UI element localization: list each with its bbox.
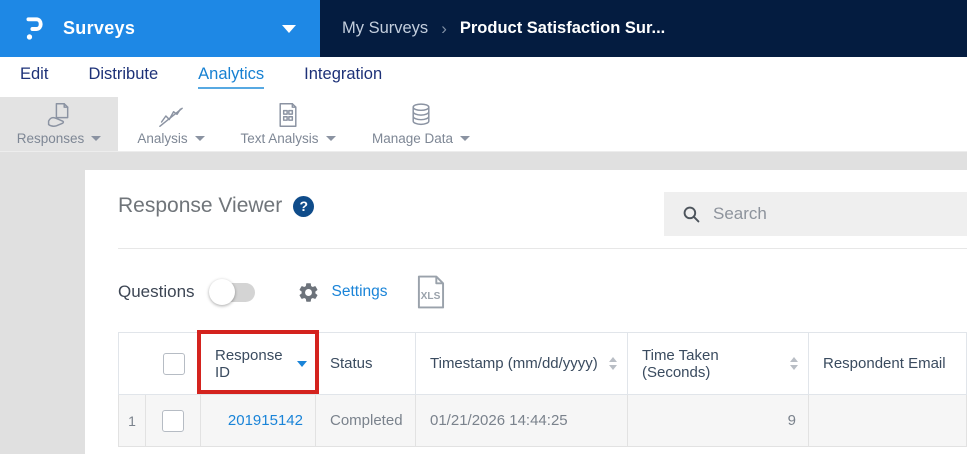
toolbar-item-label: Analysis — [137, 131, 188, 146]
column-header-select — [118, 332, 201, 395]
column-label: Time Taken (Seconds) — [642, 346, 719, 381]
title-row: Response Viewer ? — [118, 194, 315, 218]
row-number: 1 — [118, 394, 146, 447]
breadcrumb: My Surveys › Product Satisfaction Sur... — [320, 0, 967, 57]
database-icon — [408, 102, 434, 128]
column-header-response-id[interactable]: Response ID — [200, 332, 316, 395]
chevron-down-icon — [91, 136, 102, 141]
row-select-cell — [145, 394, 201, 447]
xls-label: XLS — [420, 291, 440, 302]
row-checkbox[interactable] — [162, 409, 184, 432]
column-header-respondent-email: Respondent Email — [808, 332, 967, 395]
nav-tabs: Edit Distribute Analytics Integration — [0, 57, 967, 97]
toolbar-item-analysis[interactable]: Analysis — [118, 97, 224, 151]
column-header-timestamp[interactable]: Timestamp (mm/dd/yyyy) — [415, 332, 628, 395]
responses-hand-document-icon — [45, 102, 73, 128]
response-id-link[interactable]: 201915142 — [228, 412, 303, 429]
search-icon — [682, 205, 701, 224]
controls-row: Questions Settings XLS — [118, 270, 445, 314]
toolbar-item-responses[interactable]: Responses — [0, 97, 118, 151]
responses-table: Response ID Status Timestamp (mm/dd/yyyy… — [118, 330, 967, 447]
sort-icon[interactable] — [790, 357, 798, 370]
chevron-down-icon — [194, 136, 205, 141]
toggle-knob — [208, 278, 235, 305]
timestamp-cell: 01/21/2026 14:44:25 — [415, 394, 628, 447]
divider — [118, 248, 967, 249]
filter-caret-icon[interactable] — [296, 360, 307, 367]
chevron-down-icon[interactable] — [282, 24, 296, 33]
breadcrumb-my-surveys[interactable]: My Surveys — [342, 19, 428, 38]
breadcrumb-separator-icon: › — [441, 18, 447, 38]
column-label: Timestamp (mm/dd/yyyy) — [430, 355, 598, 372]
column-label: Response ID — [215, 346, 283, 381]
line-chart-icon — [157, 102, 185, 128]
gear-icon[interactable] — [297, 281, 320, 304]
time-taken-cell: 9 — [627, 394, 809, 447]
chevron-down-icon — [325, 136, 336, 141]
text-report-icon — [276, 102, 300, 128]
page-title: Response Viewer — [118, 194, 283, 217]
toolbar-item-manage-data[interactable]: Manage Data — [352, 97, 490, 151]
toolbar-item-text-analysis[interactable]: Text Analysis — [224, 97, 352, 151]
search-input[interactable] — [713, 204, 967, 224]
tab-analytics[interactable]: Analytics — [198, 65, 265, 89]
column-label: Status — [330, 355, 373, 372]
status-cell: Completed — [315, 394, 416, 447]
column-header-status: Status — [315, 332, 416, 395]
tab-integration[interactable]: Integration — [304, 65, 382, 89]
sort-icon[interactable] — [609, 357, 617, 370]
help-icon[interactable]: ? — [293, 195, 315, 217]
response-viewer-card: Response Viewer ? Questions — [85, 170, 967, 454]
table-row: 1 201915142 Completed 01/21/2026 14:44:2… — [118, 394, 967, 447]
select-all-checkbox[interactable] — [162, 352, 185, 375]
questionpro-logo-icon — [24, 15, 47, 43]
analytics-toolbar: Responses Analysis Text Analysis Manage … — [0, 97, 967, 152]
xls-export-icon[interactable]: XLS — [416, 275, 445, 309]
product-switcher[interactable]: Surveys — [0, 0, 320, 57]
questions-label: Questions — [118, 282, 195, 301]
product-label: Surveys — [63, 18, 136, 38]
app-root: Surveys My Surveys › Product Satisfactio… — [0, 0, 967, 454]
toolbar-item-label: Manage Data — [371, 131, 454, 146]
tab-edit[interactable]: Edit — [20, 65, 48, 89]
chevron-down-icon — [460, 136, 471, 141]
topbar: Surveys My Surveys › Product Satisfactio… — [0, 0, 967, 57]
settings-link[interactable]: Settings — [332, 283, 388, 301]
toolbar-item-label: Responses — [16, 131, 85, 146]
page-body: Response Viewer ? Questions — [0, 152, 967, 454]
column-header-time-taken[interactable]: Time Taken (Seconds) — [627, 332, 809, 395]
tab-distribute[interactable]: Distribute — [88, 65, 158, 89]
search-box[interactable] — [664, 192, 967, 236]
questions-toggle[interactable] — [208, 278, 255, 305]
email-cell — [808, 394, 967, 447]
column-label: Respondent Email — [823, 355, 946, 372]
response-id-cell: 201915142 — [200, 394, 316, 447]
breadcrumb-current-survey: Product Satisfaction Sur... — [459, 19, 666, 37]
table-header-row: Response ID Status Timestamp (mm/dd/yyyy… — [118, 332, 967, 395]
toolbar-item-label: Text Analysis — [240, 131, 319, 146]
